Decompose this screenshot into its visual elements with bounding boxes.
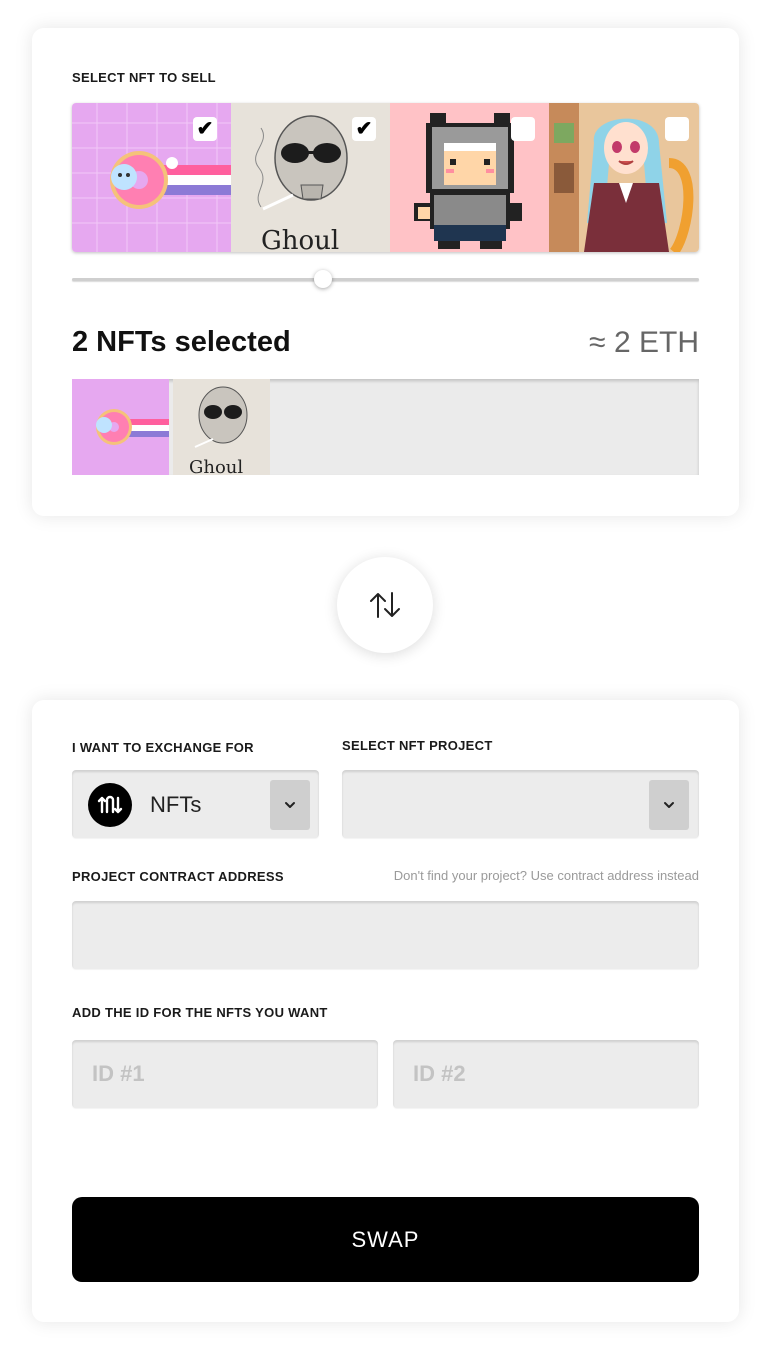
nft-tile-skull[interactable]: Ghoul ✔ — [231, 103, 390, 252]
nft-id-2-input[interactable] — [393, 1040, 699, 1108]
svg-text:Ghoul: Ghoul — [261, 226, 339, 252]
exchange-type-value: NFTs — [150, 792, 202, 817]
nft-scroll-slider-track[interactable] — [72, 278, 699, 281]
nft-project-label: SELECT NFT PROJECT — [342, 738, 493, 753]
chevron-down-icon — [664, 802, 674, 808]
contract-address-hint: Don't find your project? Use contract ad… — [393, 868, 699, 883]
nft-tile-pixel-cat[interactable] — [390, 103, 549, 252]
nft-checkbox-skull[interactable]: ✔ — [352, 117, 376, 141]
exchange-type-select[interactable]: NFTs — [72, 770, 319, 838]
nft-gallery[interactable]: ✔ Ghoul ✔ — [72, 103, 699, 252]
nft-tile-anime-girl[interactable] — [549, 103, 699, 252]
contract-address-label: PROJECT CONTRACT ADDRESS — [72, 869, 284, 884]
nft-checkbox-donut[interactable]: ✔ — [193, 117, 217, 141]
swap-direction-button[interactable] — [337, 557, 433, 653]
nft-id-1-input[interactable] — [72, 1040, 378, 1108]
nft-project-dropdown-button[interactable] — [649, 780, 689, 830]
exchange-for-label: I WANT TO EXCHANGE FOR — [72, 740, 254, 755]
eth-total-value: ≈ 2 ETH — [589, 326, 699, 359]
chevron-down-icon — [285, 802, 295, 808]
nft-ids-label: ADD THE ID FOR THE NFTS YOU WANT — [72, 1005, 328, 1020]
nft-id-2-field[interactable] — [393, 1040, 699, 1108]
nft-token-icon — [88, 783, 132, 827]
nft-project-select[interactable] — [342, 770, 699, 838]
swap-button[interactable]: SWAP — [72, 1197, 699, 1282]
nft-id-1-field[interactable] — [72, 1040, 378, 1108]
exchange-type-dropdown-button[interactable] — [270, 780, 310, 830]
nft-tile-donut[interactable]: ✔ — [72, 103, 231, 252]
sell-card: SELECT NFT TO SELL ✔ Ghoul ✔ 2 NFTs sele… — [32, 28, 739, 516]
contract-address-input[interactable] — [72, 901, 699, 969]
nft-checkbox-anime-girl[interactable] — [665, 117, 689, 141]
contract-address-field[interactable] — [72, 901, 699, 969]
nft-checkbox-pixel-cat[interactable] — [511, 117, 535, 141]
nft-scroll-slider-thumb[interactable] — [313, 270, 332, 288]
svg-text:Ghoul: Ghoul — [189, 457, 243, 475]
selected-count-title: 2 NFTs selected — [72, 326, 291, 358]
sell-section-label: SELECT NFT TO SELL — [72, 70, 216, 85]
exchange-card: I WANT TO EXCHANGE FOR SELECT NFT PROJEC… — [32, 700, 739, 1322]
selected-nfts-tray: Ghoul — [72, 379, 699, 475]
skull-thumb: Ghoul — [173, 379, 270, 475]
swap-arrows-icon — [370, 592, 400, 618]
donut-thumb — [72, 379, 169, 475]
selected-nft-donut[interactable] — [72, 379, 169, 475]
selected-nft-skull[interactable]: Ghoul — [173, 379, 270, 475]
